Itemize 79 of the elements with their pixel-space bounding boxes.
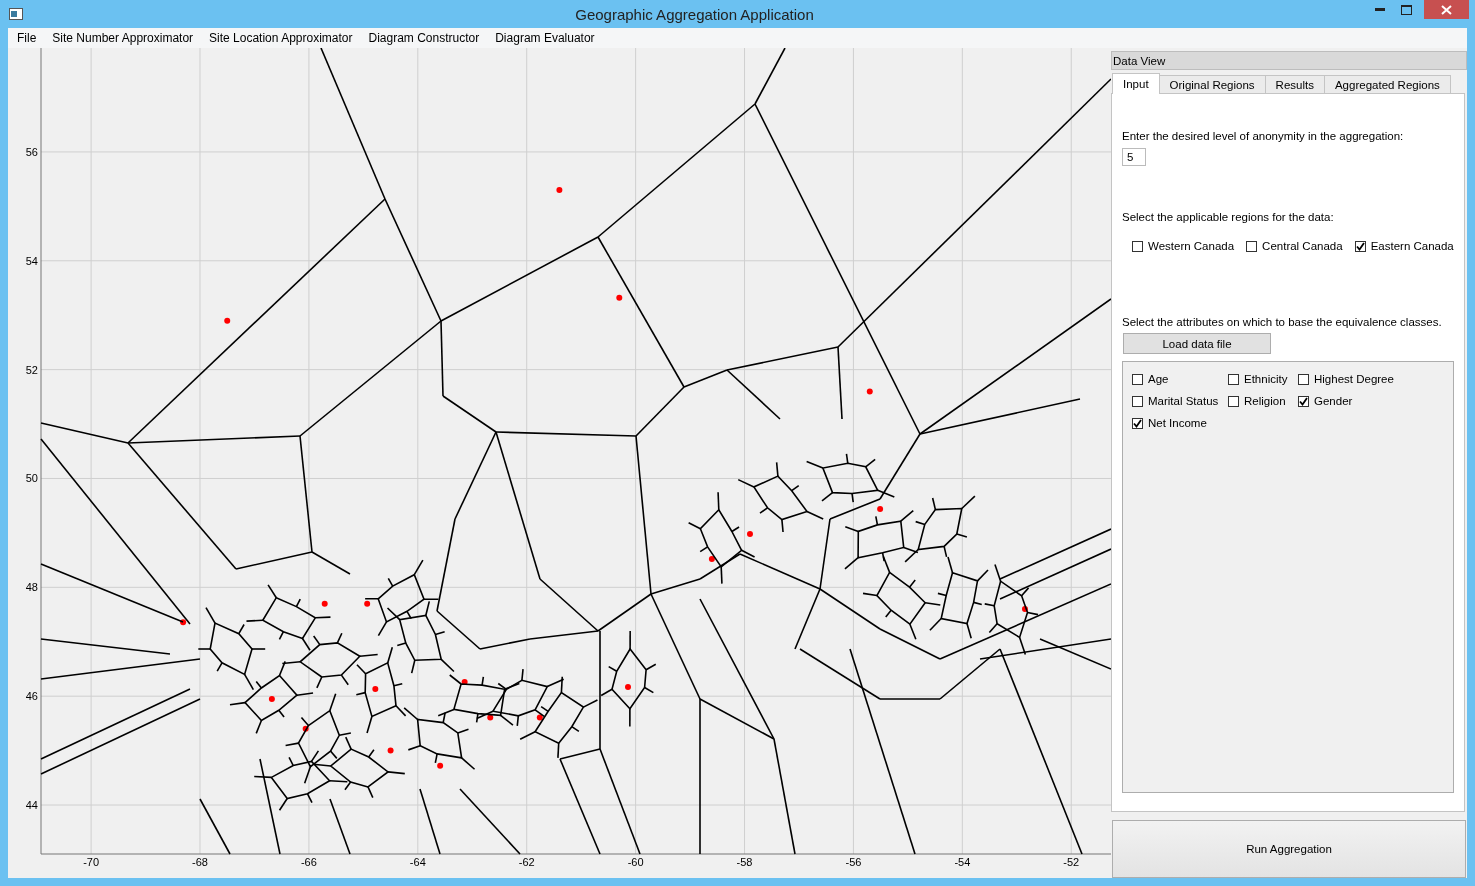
x-tick-label: -66: [300, 856, 317, 868]
checkbox-label: Ethnicity: [1244, 373, 1288, 385]
x-tick-label: -58: [736, 856, 753, 868]
checkbox-label: Western Canada: [1148, 240, 1235, 252]
checkbox[interactable]: [1132, 395, 1143, 407]
site-point: [708, 556, 715, 563]
x-tick-label: -56: [845, 856, 862, 868]
x-tick-label: -54: [954, 856, 971, 868]
checkbox-label: Religion: [1244, 395, 1286, 407]
site-point: [387, 747, 394, 754]
load-data-button[interactable]: Load data file: [1123, 333, 1271, 354]
site-point: [437, 762, 444, 769]
site-point: [180, 619, 187, 626]
menu-item[interactable]: Diagram Constructor: [360, 31, 488, 45]
site-point: [364, 600, 371, 607]
y-tick-label: 46: [25, 690, 38, 703]
site-point: [224, 317, 231, 324]
site-point: [372, 686, 379, 693]
tab[interactable]: Results: [1264, 75, 1325, 93]
panel-title: Data View: [1111, 51, 1467, 70]
regions-label: Select the applicable regions for the data:: [1122, 211, 1335, 223]
y-tick-label: 54: [25, 254, 38, 267]
checkbox[interactable]: [1132, 417, 1143, 429]
x-tick-label: -62: [518, 856, 535, 868]
app-icon: [9, 8, 23, 20]
run-aggregation-button[interactable]: Run Aggregation: [1112, 820, 1466, 878]
site-point: [461, 679, 468, 685]
site-point: [866, 388, 873, 395]
checkbox-label: Gender: [1314, 395, 1353, 407]
close-icon: [1441, 4, 1452, 15]
checkbox[interactable]: [1132, 240, 1143, 252]
checkbox-label: Age: [1148, 373, 1169, 385]
site-point: [302, 725, 309, 732]
y-tick-label: 48: [25, 581, 38, 594]
x-tick-label: -64: [409, 856, 426, 868]
site-point: [616, 294, 623, 301]
tab[interactable]: Input: [1112, 73, 1160, 94]
x-tick-label: -68: [192, 856, 208, 868]
menu-item[interactable]: Diagram Evaluator: [487, 31, 603, 45]
menu-item[interactable]: File: [9, 31, 45, 45]
x-tick-label: -70: [83, 856, 100, 868]
checkbox[interactable]: [1298, 373, 1309, 385]
site-point: [321, 600, 328, 607]
site-point: [487, 714, 494, 721]
checkbox-label: Marital Status: [1148, 395, 1219, 407]
y-tick-label: 52: [25, 363, 38, 376]
y-tick-label: 56: [25, 145, 38, 158]
site-point: [556, 187, 563, 194]
checkbox[interactable]: [1246, 240, 1258, 252]
y-tick-label: 50: [25, 472, 38, 485]
site-point: [877, 505, 884, 512]
minimize-icon: [1374, 8, 1385, 11]
menu-item[interactable]: Site Number Approximator: [44, 31, 202, 45]
checkbox-label: Eastern Canada: [1370, 240, 1454, 252]
checkbox-label: Highest Degree: [1314, 373, 1394, 385]
checkbox[interactable]: [1228, 373, 1239, 385]
tab[interactable]: Aggregated Regions: [1323, 75, 1451, 93]
menu-item[interactable]: Site Location Approximator: [201, 31, 361, 45]
checkbox[interactable]: [1298, 395, 1309, 407]
checkbox-label: Central Canada: [1262, 240, 1343, 252]
checkbox[interactable]: [1132, 373, 1143, 385]
attributes-label: Select the attributes on which to base the equivalence classes.: [1122, 316, 1443, 328]
x-tick-label: -52: [1063, 856, 1080, 868]
site-point: [268, 695, 275, 702]
site-point: [1021, 606, 1028, 613]
site-point: [536, 714, 543, 721]
y-tick-label: 44: [25, 799, 38, 811]
site-point: [747, 531, 753, 537]
site-point: [625, 683, 631, 690]
anonymity-label: Enter the desired level of anonymity in the aggregation:: [1122, 130, 1405, 142]
checkbox[interactable]: [1354, 240, 1366, 252]
checkbox[interactable]: [1228, 395, 1239, 407]
maximize-icon: [1401, 4, 1412, 15]
checkbox-label: Net Income: [1148, 417, 1207, 429]
close-button[interactable]: [1424, 0, 1469, 19]
anonymity-input[interactable]: 5: [1122, 148, 1146, 166]
tab[interactable]: Original Regions: [1158, 75, 1266, 93]
window-title: Geographic Aggregation Application: [574, 5, 815, 23]
x-tick-label: -60: [627, 856, 644, 868]
